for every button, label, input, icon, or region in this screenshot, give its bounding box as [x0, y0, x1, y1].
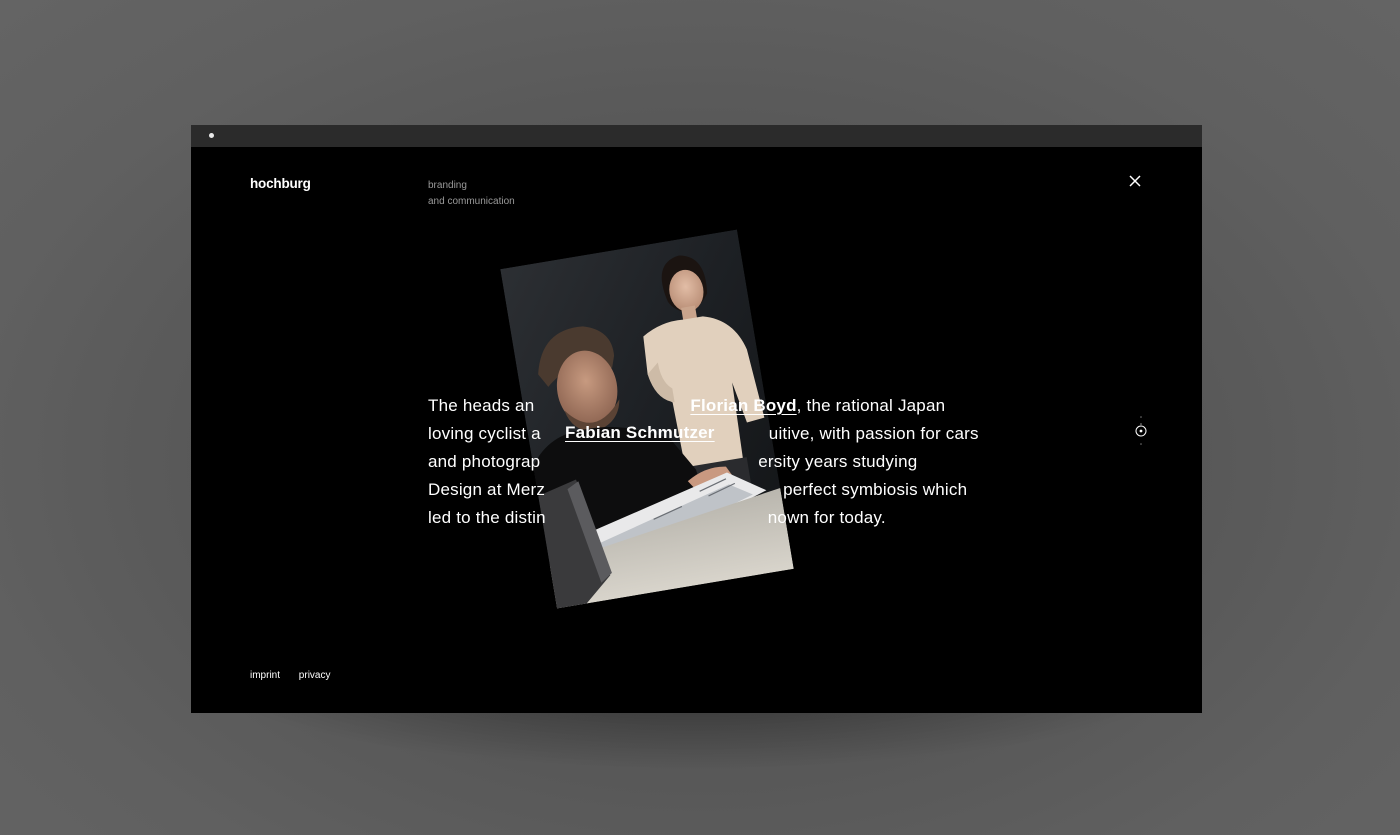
footer-links: imprint privacy [250, 670, 346, 681]
intro-paragraph: The heads an Florian Boyd, the rational J… [428, 392, 988, 532]
window-titlebar [191, 125, 1202, 147]
fabian-schmutzer-link[interactable]: Fabian Schmutzer [565, 423, 715, 443]
scroll-indicator-icon[interactable] [1131, 415, 1151, 457]
brand-tagline: branding and communication [428, 178, 515, 210]
browser-window: hochburg branding and communication The … [191, 125, 1202, 713]
tagline-line-1: branding [428, 180, 467, 191]
intro-line-5: led to the distin nown for today. [428, 508, 886, 527]
close-icon[interactable] [1127, 173, 1143, 189]
brand-logo[interactable]: hochburg [250, 176, 311, 191]
privacy-link[interactable]: privacy [299, 670, 331, 681]
titlebar-dot [209, 133, 214, 138]
florian-boyd-link[interactable]: Florian Boyd [690, 396, 796, 415]
tagline-line-2: and communication [428, 196, 515, 207]
intro-line-4: Design at Merz perfect symbiosis which [428, 480, 968, 499]
intro-line-3: and photograp ersity years studying [428, 452, 918, 471]
imprint-link[interactable]: imprint [250, 670, 280, 681]
intro-line-1: The heads an Florian Boyd, the rational J… [428, 396, 946, 415]
